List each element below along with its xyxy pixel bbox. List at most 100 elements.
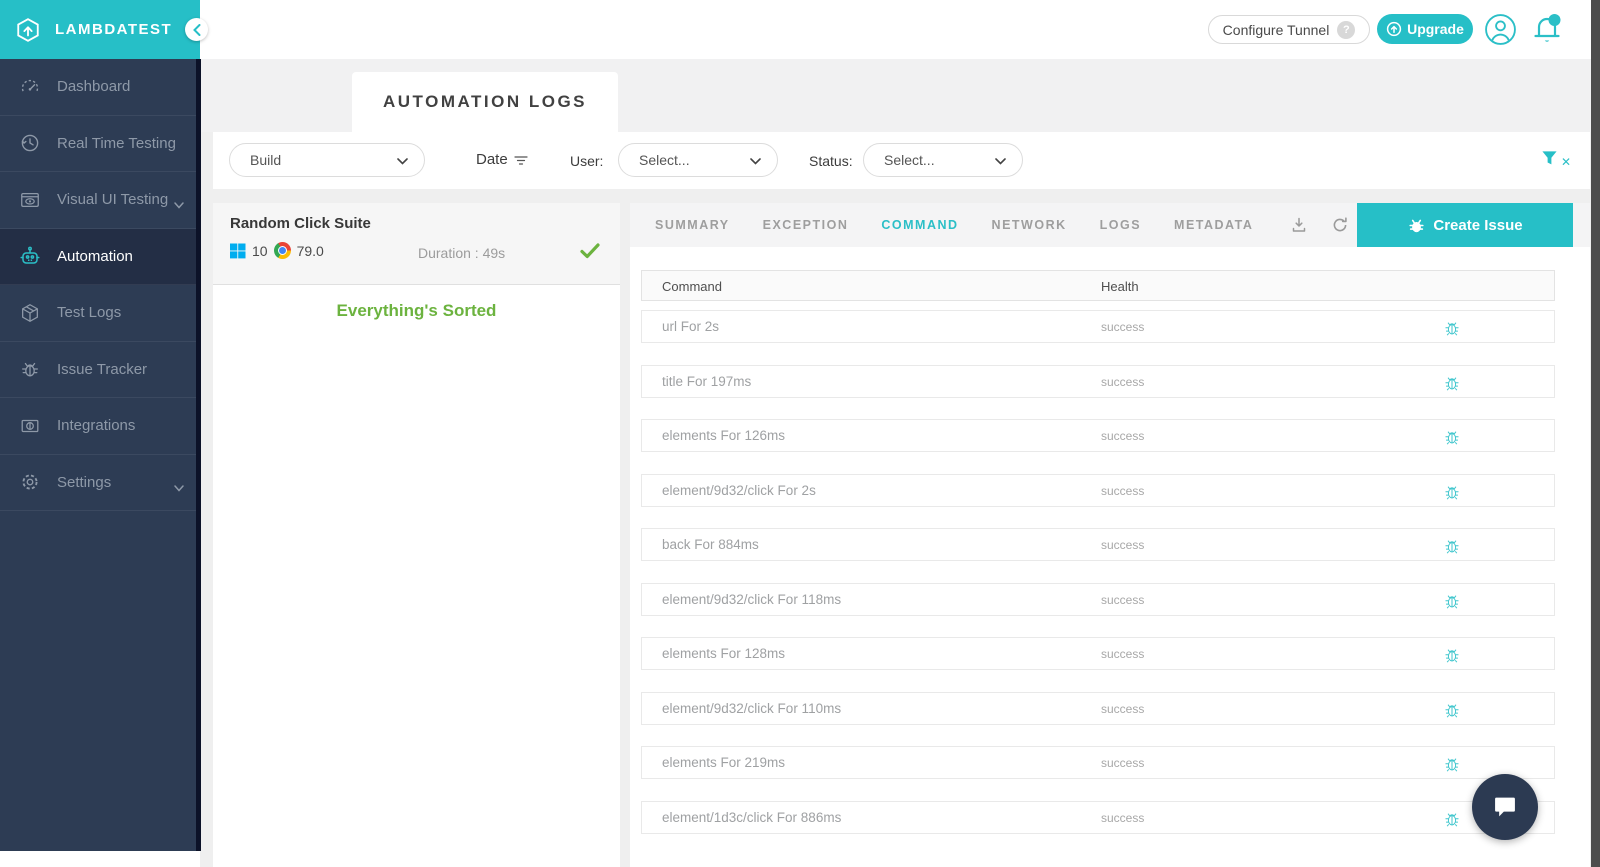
sidebar: LAMBDATEST Dashboard Real Time Testing V… — [0, 0, 200, 851]
logo-bar: LAMBDATEST — [0, 0, 200, 59]
tab-exception[interactable]: EXCEPTION — [763, 218, 849, 232]
chrome-icon — [274, 242, 291, 259]
date-filter-label: Date — [476, 151, 508, 168]
chevron-down-icon — [397, 152, 408, 168]
command-row[interactable]: elements For 219ms success — [641, 746, 1555, 779]
sidebar-item-automation[interactable]: Automation — [0, 229, 200, 286]
bug-report-icon[interactable] — [1443, 591, 1461, 615]
help-question-icon[interactable]: ? — [1337, 21, 1355, 39]
bug-icon — [18, 357, 42, 381]
dashboard-gauge-icon — [18, 75, 42, 99]
configure-tunnel-label: Configure Tunnel — [1223, 22, 1330, 38]
sidebar-item-label: Visual UI Testing — [57, 191, 168, 208]
sidebar-item-label: Test Logs — [57, 304, 121, 321]
lambdatest-logo-icon — [15, 17, 41, 43]
command-table: Command Health url For 2s success title … — [641, 270, 1555, 855]
notification-bell-icon[interactable] — [1530, 11, 1564, 47]
tab-metadata[interactable]: METADATA — [1174, 218, 1253, 232]
sidebar-item-settings[interactable]: Settings — [0, 455, 200, 512]
chevron-left-icon — [193, 24, 201, 36]
clock-icon — [18, 131, 42, 155]
command-name: elements For 128ms — [662, 646, 785, 661]
status-filter-select[interactable]: Select... — [863, 143, 1023, 177]
command-name: title For 197ms — [662, 374, 751, 389]
upgrade-button[interactable]: Upgrade — [1377, 14, 1473, 44]
command-name: url For 2s — [662, 319, 719, 334]
sidebar-item-label: Integrations — [57, 417, 135, 434]
user-avatar[interactable] — [1484, 13, 1517, 46]
bug-report-icon[interactable] — [1443, 373, 1461, 397]
chevron-down-icon — [174, 479, 184, 497]
command-row[interactable]: element/9d32/click For 110ms success — [641, 692, 1555, 725]
column-header-command: Command — [662, 279, 722, 294]
command-row[interactable]: element/1d3c/click For 886ms success — [641, 801, 1555, 834]
sidebar-item-issue-tracker[interactable]: Issue Tracker — [0, 342, 200, 399]
refresh-icon[interactable] — [1332, 217, 1348, 233]
user-filter-select[interactable]: Select... — [618, 143, 778, 177]
top-header-bar: Configure Tunnel ? Upgrade — [200, 0, 1600, 59]
clear-filters-button[interactable]: ✕ — [1541, 150, 1571, 169]
user-filter-value: Select... — [639, 152, 690, 168]
chevron-down-icon — [174, 196, 184, 214]
sidebar-item-label: Automation — [57, 248, 133, 265]
tab-logs[interactable]: LOGS — [1100, 218, 1141, 232]
create-issue-button[interactable]: Create Issue — [1357, 203, 1573, 247]
command-health-status: success — [1101, 593, 1144, 607]
test-detail-panel: SUMMARY EXCEPTION COMMAND NETWORK LOGS M… — [630, 203, 1590, 867]
sidebar-item-label: Real Time Testing — [57, 135, 176, 152]
sidebar-item-label: Issue Tracker — [57, 361, 147, 378]
bug-report-icon[interactable] — [1443, 809, 1461, 833]
command-row[interactable]: elements For 128ms success — [641, 637, 1555, 670]
command-row[interactable]: element/9d32/click For 118ms success — [641, 583, 1555, 616]
bug-report-icon[interactable] — [1443, 700, 1461, 724]
command-row[interactable]: url For 2s success — [641, 310, 1555, 343]
bug-report-icon[interactable] — [1443, 536, 1461, 560]
command-health-status: success — [1101, 647, 1144, 661]
bug-report-icon[interactable] — [1443, 754, 1461, 778]
bug-report-icon[interactable] — [1443, 427, 1461, 451]
tab-automation-logs[interactable]: AUTOMATION LOGS — [352, 72, 618, 132]
page-scrollbar[interactable] — [1591, 0, 1600, 867]
sidebar-collapse-button[interactable] — [185, 18, 208, 41]
suite-meta: 10 79.0 — [230, 242, 324, 259]
filter-bar: Build Date User: Select... Status: Selec… — [213, 132, 1590, 189]
tab-summary[interactable]: SUMMARY — [655, 218, 730, 232]
chat-widget-button[interactable] — [1472, 774, 1538, 840]
command-name: element/9d32/click For 118ms — [662, 592, 841, 607]
command-row[interactable]: back For 884ms success — [641, 528, 1555, 561]
chevron-down-icon — [750, 152, 761, 168]
sidebar-bottom-gap — [0, 851, 200, 867]
command-name: elements For 126ms — [662, 428, 785, 443]
command-row[interactable]: title For 197ms success — [641, 365, 1555, 398]
sidebar-item-dashboard[interactable]: Dashboard — [0, 59, 200, 116]
command-row[interactable]: elements For 126ms success — [641, 419, 1555, 452]
test-list-item-selected[interactable]: Random Click Suite 10 79.0 Duration : 49… — [213, 203, 620, 285]
sidebar-item-label: Dashboard — [57, 78, 130, 95]
download-icon[interactable] — [1291, 217, 1307, 233]
sidebar-item-integrations[interactable]: Integrations — [0, 398, 200, 455]
sidebar-item-test-logs[interactable]: Test Logs — [0, 285, 200, 342]
command-health-status: success — [1101, 538, 1144, 552]
sidebar-scrollbar[interactable] — [196, 59, 201, 851]
command-row[interactable]: element/9d32/click For 2s success — [641, 474, 1555, 507]
bug-report-icon[interactable] — [1443, 482, 1461, 506]
success-check-icon — [580, 243, 600, 264]
sidebar-item-visual-ui-testing[interactable]: Visual UI Testing — [0, 172, 200, 229]
command-health-status: success — [1101, 702, 1144, 716]
tab-command[interactable]: COMMAND — [881, 218, 958, 232]
command-health-status: success — [1101, 756, 1144, 770]
suite-name: Random Click Suite — [230, 215, 371, 232]
date-filter[interactable]: Date — [476, 151, 528, 168]
column-header-health: Health — [1101, 279, 1139, 294]
command-health-status: success — [1101, 484, 1144, 498]
browser-version: 79.0 — [297, 243, 324, 259]
command-name: element/9d32/click For 2s — [662, 483, 816, 498]
tab-network[interactable]: NETWORK — [992, 218, 1067, 232]
configure-tunnel-button[interactable]: Configure Tunnel ? — [1208, 15, 1370, 44]
eye-browser-icon — [18, 188, 42, 212]
bug-report-icon[interactable] — [1443, 645, 1461, 669]
build-filter-select[interactable]: Build — [229, 143, 425, 177]
sidebar-item-real-time-testing[interactable]: Real Time Testing — [0, 116, 200, 173]
integrations-icon — [18, 414, 42, 438]
bug-report-icon[interactable] — [1443, 318, 1461, 342]
